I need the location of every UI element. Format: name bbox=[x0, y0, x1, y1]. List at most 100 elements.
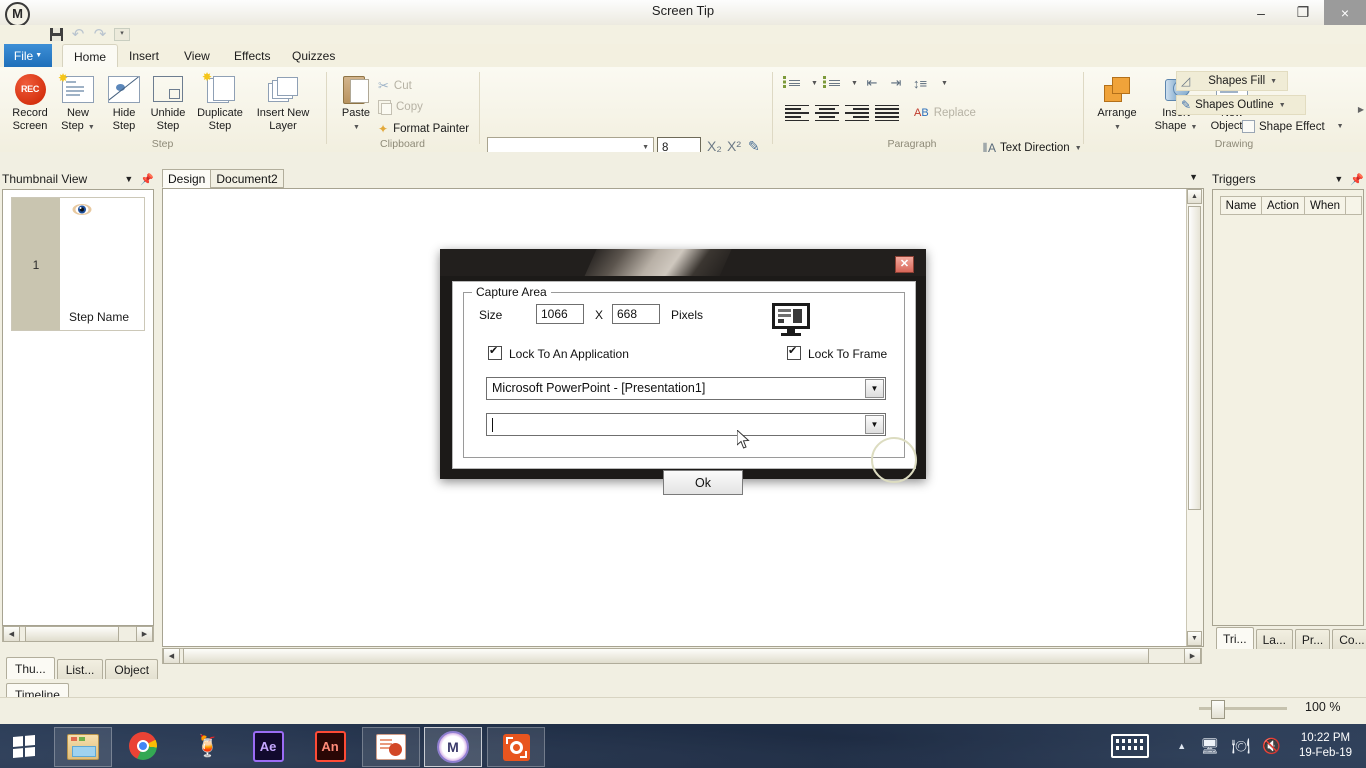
align-center-button[interactable] bbox=[814, 103, 840, 123]
chevron-down-icon[interactable]: ▼ bbox=[88, 124, 95, 131]
application-select[interactable]: Microsoft PowerPoint - [Presentation1] ▼ bbox=[486, 377, 886, 400]
tab-file[interactable]: File ▼ bbox=[4, 44, 52, 67]
tab-design[interactable]: Design bbox=[162, 169, 212, 188]
chevron-down-icon[interactable]: ▼ bbox=[1337, 123, 1344, 130]
capture-height-input[interactable]: 668 bbox=[612, 304, 660, 324]
shapes-outline-button[interactable]: ✎ Shapes Outline ▼ bbox=[1176, 95, 1306, 115]
format-painter-button[interactable]: ✦ Format Painter bbox=[378, 122, 469, 136]
replace-button[interactable]: AB Replace bbox=[914, 107, 976, 119]
pin-icon[interactable]: 📌 bbox=[140, 173, 154, 186]
tab-layers[interactable]: La... bbox=[1255, 629, 1293, 649]
paste-button[interactable]: Paste ▼ bbox=[332, 71, 380, 134]
window-select[interactable]: ▼ bbox=[486, 413, 886, 436]
thumbnail-list[interactable]: 1 Step Name bbox=[2, 189, 154, 626]
chevron-down-icon[interactable]: ▼ bbox=[1075, 145, 1082, 152]
lock-frame-checkbox[interactable] bbox=[787, 344, 801, 360]
tab-properties[interactable]: Pr... bbox=[1294, 629, 1331, 649]
increase-indent-button[interactable]: ⇥ bbox=[886, 73, 906, 93]
scroll-right-icon[interactable]: ▶ bbox=[136, 626, 153, 642]
cut-button[interactable]: ✂ Cut bbox=[378, 78, 412, 94]
tab-insert[interactable]: Insert bbox=[118, 44, 170, 67]
chevron-down-icon[interactable]: ▼ bbox=[1190, 124, 1197, 131]
triggers-list[interactable]: Name Action When bbox=[1212, 189, 1364, 626]
network-icon[interactable]: 🖥 bbox=[1200, 737, 1219, 755]
shapes-fill-button[interactable]: ◿ Shapes Fill ▼ bbox=[1176, 71, 1288, 91]
arrange-button[interactable]: Arrange ▼ bbox=[1088, 71, 1146, 134]
lock-application-checkbox[interactable] bbox=[488, 344, 502, 360]
canvas-hscrollbar[interactable]: ◀ ▶ bbox=[162, 648, 1202, 664]
vscroll-thumb[interactable] bbox=[1188, 206, 1201, 510]
taskbar-item-matchware[interactable]: M bbox=[424, 727, 482, 767]
show-hidden-icons-button[interactable]: ▲ bbox=[1177, 741, 1186, 751]
zoom-slider-thumb[interactable] bbox=[1211, 700, 1225, 719]
visibility-eye-icon[interactable] bbox=[72, 203, 92, 216]
line-spacing-button[interactable]: ↕≡ bbox=[910, 73, 930, 93]
save-icon[interactable] bbox=[48, 26, 64, 42]
taskbar-item-powerpoint[interactable] bbox=[362, 727, 420, 767]
restore-button[interactable]: ❐ bbox=[1282, 0, 1324, 25]
chevron-down-icon[interactable]: ▼ bbox=[804, 73, 824, 93]
chevron-down-icon[interactable]: ▼ bbox=[1279, 102, 1286, 109]
usb-icon[interactable]: 🍽 bbox=[1231, 737, 1250, 755]
thumbnail-item[interactable]: 1 Step Name bbox=[11, 197, 145, 331]
taskbar-item-animate[interactable]: An bbox=[302, 727, 358, 765]
taskbar-item-fruit-app[interactable]: 🍹 bbox=[180, 727, 236, 765]
column-action[interactable]: Action bbox=[1261, 196, 1305, 215]
align-right-button[interactable] bbox=[844, 103, 870, 123]
chevron-down-icon[interactable]: ▼ bbox=[124, 174, 133, 184]
column-name[interactable]: Name bbox=[1220, 196, 1262, 215]
align-left-button[interactable] bbox=[784, 103, 810, 123]
scroll-up-icon[interactable]: ▲ bbox=[1187, 189, 1202, 204]
tab-object[interactable]: Object bbox=[105, 659, 159, 679]
chevron-down-icon[interactable]: ▼ bbox=[1270, 78, 1277, 85]
taskbar-item-file-explorer[interactable] bbox=[54, 727, 112, 767]
tab-triggers[interactable]: Tri... bbox=[1216, 627, 1254, 649]
bullet-list-button[interactable] bbox=[782, 73, 802, 93]
close-button[interactable]: × bbox=[1324, 0, 1366, 25]
volume-muted-icon[interactable]: 🔇 bbox=[1262, 737, 1281, 755]
taskbar-item-after-effects[interactable]: Ae bbox=[240, 727, 296, 765]
customize-qat-icon[interactable]: ▾ bbox=[114, 27, 130, 41]
scroll-right-icon[interactable]: ▶ bbox=[1184, 648, 1201, 664]
justify-button[interactable] bbox=[874, 103, 900, 123]
tab-view[interactable]: View bbox=[173, 44, 221, 67]
chevron-down-icon[interactable]: ▼ bbox=[865, 415, 884, 434]
minimize-button[interactable]: – bbox=[1240, 0, 1282, 25]
scroll-left-icon[interactable]: ◀ bbox=[3, 626, 20, 642]
chevron-down-icon[interactable]: ▼ bbox=[844, 73, 864, 93]
canvas-vscrollbar[interactable]: ▲ ▼ bbox=[1186, 189, 1203, 646]
thumbnail-hscrollbar[interactable]: ◀ ▶ bbox=[2, 626, 154, 642]
chevron-down-icon[interactable]: ▼ bbox=[934, 73, 954, 93]
chevron-down-icon[interactable]: ▼ bbox=[1114, 124, 1121, 131]
redo-icon[interactable]: ↷ bbox=[92, 26, 108, 43]
tab-document2[interactable]: Document2 bbox=[210, 169, 284, 188]
tab-quizzes[interactable]: Quizzes bbox=[281, 44, 346, 67]
undo-icon[interactable]: ↶ bbox=[70, 26, 86, 43]
tab-effects[interactable]: Effects bbox=[223, 44, 281, 67]
column-when[interactable]: When bbox=[1304, 196, 1346, 215]
tab-connections[interactable]: Co... bbox=[1332, 629, 1366, 649]
expand-ribbon-icon[interactable]: ▶ bbox=[1358, 105, 1364, 114]
decrease-indent-button[interactable]: ⇤ bbox=[862, 73, 882, 93]
taskbar-item-screen-capture[interactable] bbox=[487, 727, 545, 767]
monitor-icon[interactable] bbox=[772, 303, 810, 337]
dialog-close-button[interactable]: ✕ bbox=[895, 256, 914, 273]
duplicate-step-button[interactable]: DuplicateStep bbox=[189, 71, 251, 132]
chevron-down-icon[interactable]: ▼ bbox=[353, 124, 360, 131]
start-button[interactable] bbox=[0, 724, 48, 768]
numbered-list-button[interactable] bbox=[822, 73, 842, 93]
chevron-down-icon[interactable]: ▼ bbox=[1334, 174, 1343, 184]
capture-width-input[interactable]: 1066 bbox=[536, 304, 584, 324]
document-panel-menu-icon[interactable]: ▼ bbox=[1189, 172, 1198, 182]
scroll-left-icon[interactable]: ◀ bbox=[163, 648, 180, 664]
shape-effect-button[interactable]: Shape Effect ▼ bbox=[1238, 118, 1348, 135]
copy-button[interactable]: Copy bbox=[378, 100, 423, 115]
taskbar-item-chrome[interactable] bbox=[115, 727, 171, 765]
clock[interactable]: 10:22 PM 19-Feb-19 bbox=[1299, 731, 1352, 761]
tab-home[interactable]: Home bbox=[62, 44, 119, 69]
chevron-down-icon[interactable]: ▼ bbox=[865, 379, 884, 398]
keyboard-icon[interactable] bbox=[1111, 734, 1150, 758]
scroll-down-icon[interactable]: ▼ bbox=[1187, 631, 1202, 646]
tab-list[interactable]: List... bbox=[56, 659, 104, 679]
insert-new-layer-button[interactable]: Insert New Layer bbox=[250, 71, 316, 132]
